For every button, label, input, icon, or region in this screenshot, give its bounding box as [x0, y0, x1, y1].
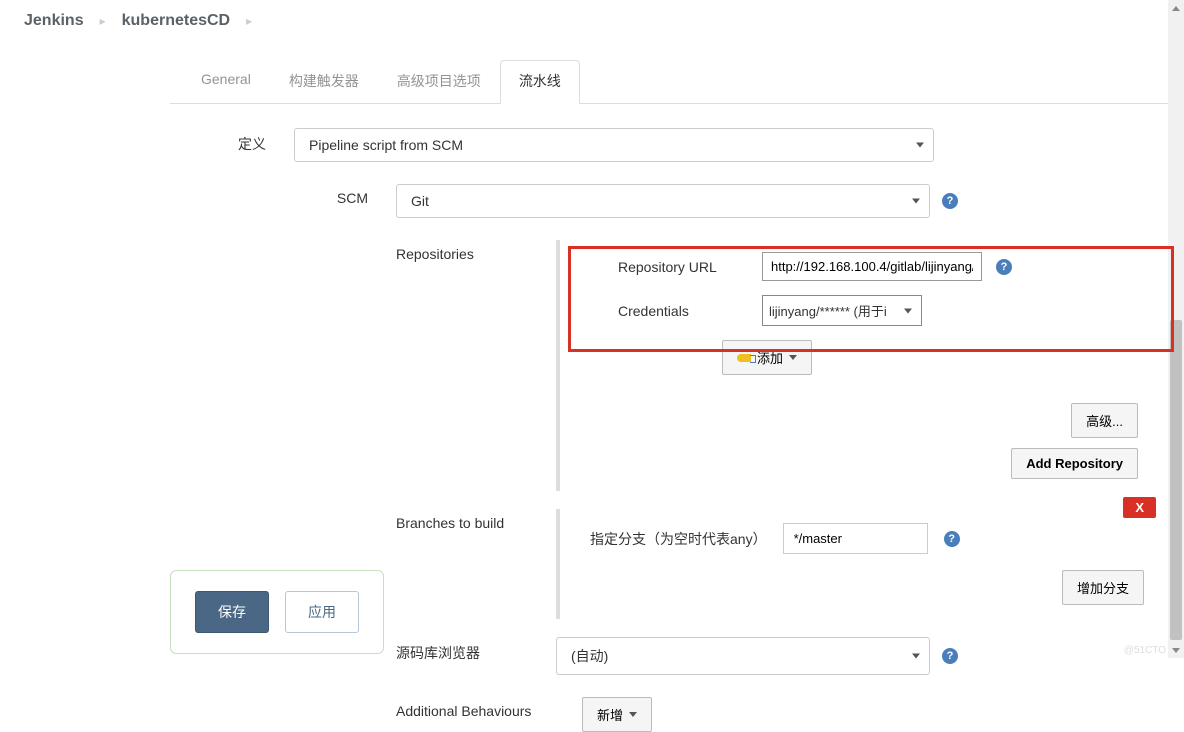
- scroll-up-icon[interactable]: [1168, 0, 1184, 16]
- apply-button[interactable]: 应用: [285, 591, 359, 633]
- caret-down-icon: [789, 355, 797, 360]
- chevron-right-icon: ▸: [100, 14, 106, 28]
- add-branch-button[interactable]: 增加分支: [1062, 570, 1144, 605]
- help-icon[interactable]: ?: [942, 193, 958, 209]
- credentials-select[interactable]: lijinyang/****** (用于i: [762, 295, 922, 326]
- breadcrumb: Jenkins ▸ kubernetesCD ▸: [0, 0, 1184, 43]
- scm-label: SCM: [186, 184, 396, 206]
- branch-spec-label: 指定分支（为空时代表any）: [590, 529, 767, 549]
- help-icon[interactable]: ?: [944, 531, 960, 547]
- repo-url-input[interactable]: [762, 252, 982, 281]
- scroll-down-icon[interactable]: [1168, 642, 1184, 658]
- tab-general[interactable]: General: [182, 60, 270, 104]
- help-icon[interactable]: ?: [996, 259, 1012, 275]
- breadcrumb-jenkins[interactable]: Jenkins: [24, 12, 84, 30]
- chevron-right-icon: ▸: [246, 14, 252, 28]
- key-icon: [737, 354, 751, 362]
- credentials-label: Credentials: [618, 303, 748, 319]
- tab-build-triggers[interactable]: 构建触发器: [270, 60, 378, 104]
- config-tabs: General 构建触发器 高级项目选项 流水线: [170, 43, 1184, 104]
- tab-advanced-options[interactable]: 高级项目选项: [378, 60, 500, 104]
- repo-browser-select[interactable]: (自动): [556, 637, 930, 675]
- scroll-thumb[interactable]: [1170, 320, 1182, 640]
- add-behaviour-button[interactable]: 新增: [582, 697, 652, 732]
- advanced-button[interactable]: 高级...: [1071, 403, 1138, 438]
- scm-select[interactable]: Git: [396, 184, 930, 218]
- add-credentials-button[interactable]: 添加: [722, 340, 812, 375]
- add-behaviour-label: 新增: [597, 705, 623, 724]
- caret-down-icon: [629, 712, 637, 717]
- branches-label: Branches to build: [396, 509, 556, 531]
- repositories-panel: Repository URL ? Credentials lijinyang/*…: [556, 240, 1168, 491]
- repo-browser-label: 源码库浏览器: [396, 637, 556, 663]
- delete-branch-button[interactable]: X: [1123, 497, 1156, 518]
- add-label: 添加: [757, 348, 783, 367]
- watermark: @51CTO: [1124, 645, 1166, 656]
- scrollbar[interactable]: [1168, 0, 1184, 658]
- branch-input[interactable]: [783, 523, 928, 554]
- repositories-label: Repositories: [396, 240, 556, 262]
- save-button[interactable]: 保存: [195, 591, 269, 633]
- definition-select[interactable]: Pipeline script from SCM: [294, 128, 934, 162]
- add-repository-button[interactable]: Add Repository: [1011, 448, 1138, 479]
- definition-label: 定义: [186, 128, 294, 154]
- branches-panel: X 指定分支（为空时代表any） ? 增加分支: [556, 509, 1168, 619]
- footer-actions: 保存 应用: [170, 570, 384, 654]
- additional-behaviours-label: Additional Behaviours: [396, 697, 582, 719]
- breadcrumb-job[interactable]: kubernetesCD: [122, 12, 230, 30]
- tab-pipeline[interactable]: 流水线: [500, 60, 580, 104]
- repo-url-label: Repository URL: [618, 259, 748, 275]
- help-icon[interactable]: ?: [942, 648, 958, 664]
